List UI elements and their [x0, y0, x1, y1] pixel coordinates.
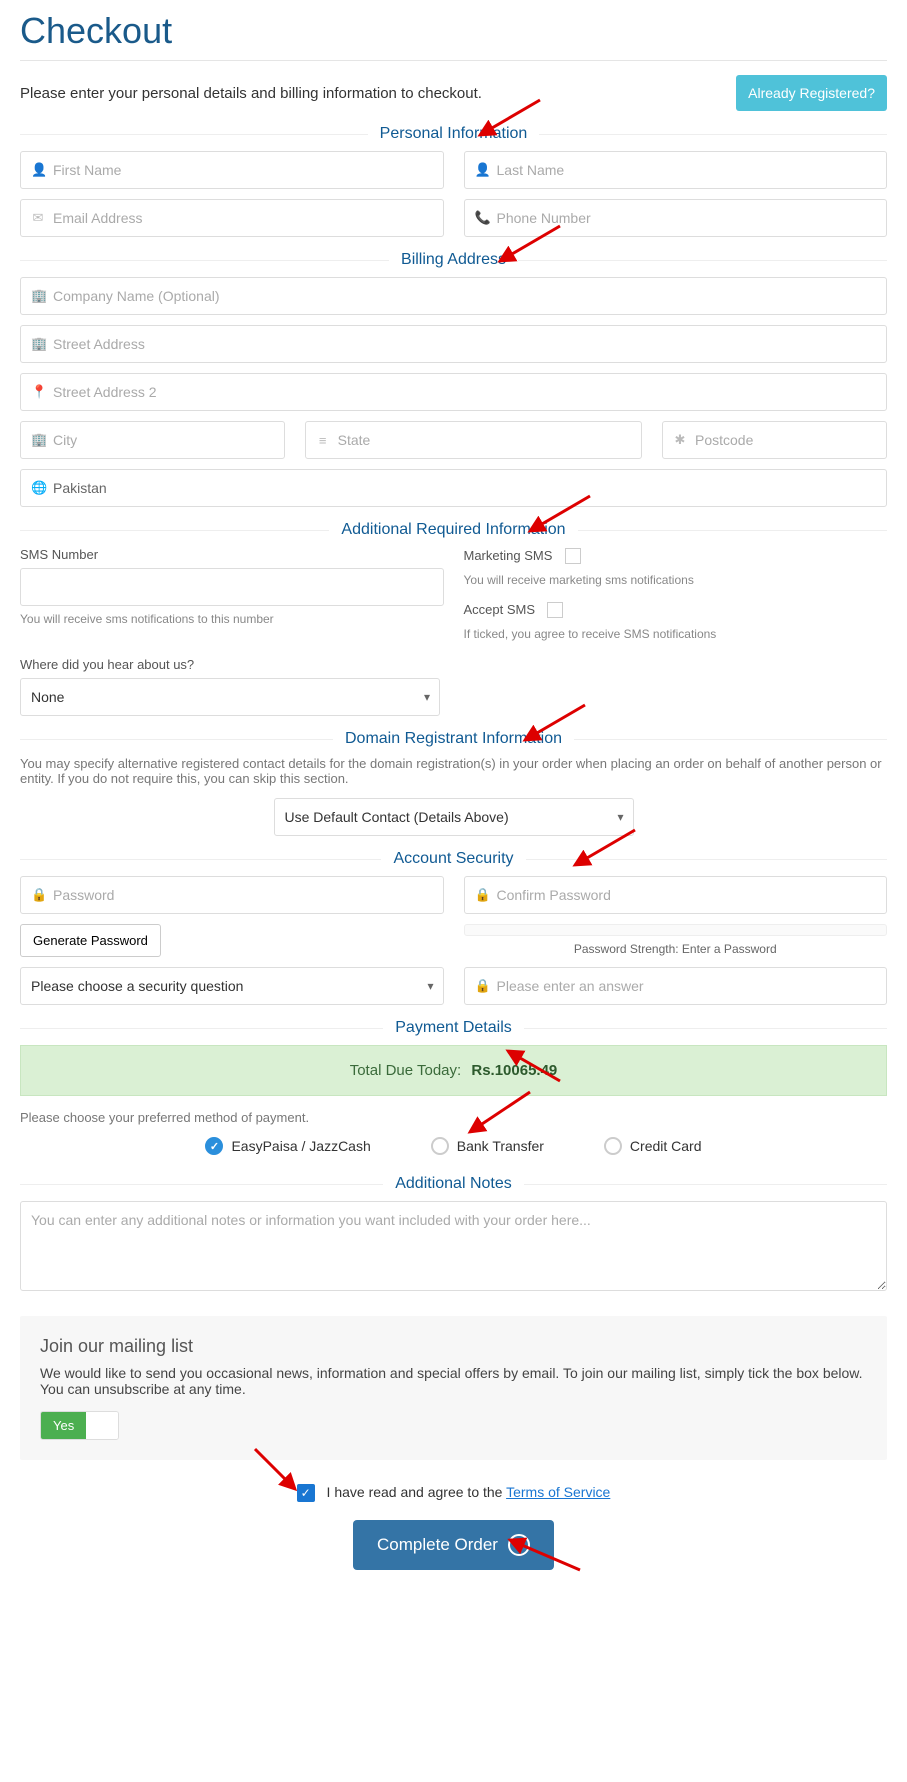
- page-title: Checkout: [20, 10, 887, 52]
- mailing-title: Join our mailing list: [40, 1336, 867, 1357]
- divider: [20, 60, 887, 61]
- marketing-sms-label: Marketing SMS: [464, 548, 553, 563]
- section-billing-address: Billing Address: [20, 251, 887, 269]
- last-name-input[interactable]: [497, 152, 877, 188]
- state-field[interactable]: ≡: [305, 421, 642, 459]
- company-field[interactable]: 🏢: [20, 277, 887, 315]
- lock-icon: 🔒: [475, 978, 489, 994]
- domain-contact-select[interactable]: Use Default Contact (Details Above): [274, 798, 634, 836]
- map-icon: ≡: [316, 433, 330, 448]
- section-account-security: Account Security: [20, 850, 887, 868]
- globe-icon: 🌐: [31, 480, 45, 496]
- mailing-text: We would like to send you occasional new…: [40, 1365, 867, 1397]
- asterisk-icon: ✱: [673, 432, 687, 448]
- postcode-input[interactable]: [695, 422, 876, 458]
- mailing-toggle[interactable]: Yes: [40, 1411, 119, 1440]
- country-value: Pakistan: [53, 480, 107, 496]
- building-icon: 🏢: [31, 336, 45, 352]
- confirm-password-field[interactable]: 🔒: [464, 876, 888, 914]
- section-domain-registrant: Domain Registrant Information: [20, 730, 887, 748]
- already-registered-button[interactable]: Already Registered?: [736, 75, 887, 111]
- company-input[interactable]: [53, 278, 876, 314]
- toggle-off: [86, 1412, 118, 1439]
- marketing-sms-help: You will receive marketing sms notificat…: [464, 573, 888, 587]
- complete-order-button[interactable]: Complete Order ➜: [353, 1520, 554, 1570]
- generate-password-button[interactable]: Generate Password: [20, 924, 161, 957]
- pin-icon: 📍: [31, 384, 45, 400]
- domain-help-text: You may specify alternative registered c…: [20, 756, 887, 786]
- street2-input[interactable]: [53, 374, 876, 410]
- confirm-password-input[interactable]: [497, 877, 877, 913]
- radio-icon: [431, 1137, 449, 1155]
- section-additional-info: Additional Required Information: [20, 521, 887, 539]
- lock-icon: 🔒: [475, 887, 489, 903]
- country-field[interactable]: 🌐 Pakistan: [20, 469, 887, 507]
- accept-sms-label: Accept SMS: [464, 602, 536, 617]
- street2-field[interactable]: 📍: [20, 373, 887, 411]
- where-hear-select[interactable]: None: [20, 678, 440, 716]
- intro-text: Please enter your personal details and b…: [20, 85, 482, 102]
- total-due-box: Total Due Today: Rs.10065.49: [20, 1045, 887, 1096]
- notes-textarea[interactable]: [20, 1201, 887, 1291]
- section-additional-notes: Additional Notes: [20, 1175, 887, 1193]
- email-input[interactable]: [53, 200, 433, 236]
- last-name-field[interactable]: 👤: [464, 151, 888, 189]
- city-field[interactable]: 🏢: [20, 421, 285, 459]
- building-icon: 🏢: [31, 288, 45, 304]
- person-icon: 👤: [31, 162, 45, 178]
- radio-checked-icon: [205, 1137, 223, 1155]
- payment-option-bank[interactable]: Bank Transfer: [431, 1137, 544, 1155]
- first-name-field[interactable]: 👤: [20, 151, 444, 189]
- choose-payment-text: Please choose your preferred method of p…: [20, 1110, 887, 1125]
- payment-option-easypaisa[interactable]: EasyPaisa / JazzCash: [205, 1137, 370, 1155]
- total-due-amount: Rs.10065.49: [471, 1062, 557, 1079]
- building-icon: 🏢: [31, 432, 45, 448]
- tos-text: I have read and agree to the: [327, 1484, 507, 1500]
- password-input[interactable]: [53, 877, 433, 913]
- security-question-select[interactable]: Please choose a security question: [20, 967, 444, 1005]
- tos-checkbox[interactable]: ✓: [297, 1484, 315, 1502]
- mailing-list-box: Join our mailing list We would like to s…: [20, 1316, 887, 1460]
- sms-number-label: SMS Number: [20, 547, 444, 562]
- phone-field[interactable]: 📞: [464, 199, 888, 237]
- password-field[interactable]: 🔒: [20, 876, 444, 914]
- street-input[interactable]: [53, 326, 876, 362]
- radio-icon: [604, 1137, 622, 1155]
- email-field[interactable]: ✉: [20, 199, 444, 237]
- first-name-input[interactable]: [53, 152, 433, 188]
- sms-number-help: You will receive sms notifications to th…: [20, 612, 444, 626]
- accept-sms-checkbox[interactable]: [547, 602, 563, 618]
- password-strength-bar: [464, 924, 888, 936]
- sms-number-input[interactable]: [20, 568, 444, 606]
- envelope-icon: ✉: [31, 210, 45, 226]
- total-due-label: Total Due Today:: [350, 1062, 461, 1079]
- section-personal-information: Personal Information: [20, 125, 887, 143]
- postcode-field[interactable]: ✱: [662, 421, 887, 459]
- accept-sms-help: If ticked, you agree to receive SMS noti…: [464, 627, 888, 641]
- arrow-right-circle-icon: ➜: [508, 1534, 530, 1556]
- payment-option-credit[interactable]: Credit Card: [604, 1137, 702, 1155]
- lock-icon: 🔒: [31, 887, 45, 903]
- where-hear-label: Where did you hear about us?: [20, 657, 887, 672]
- password-strength-text: Password Strength: Enter a Password: [464, 942, 888, 956]
- security-answer-field[interactable]: 🔒: [464, 967, 888, 1005]
- phone-input[interactable]: [497, 200, 877, 236]
- street-field[interactable]: 🏢: [20, 325, 887, 363]
- security-answer-input[interactable]: [497, 968, 877, 1004]
- city-input[interactable]: [53, 422, 274, 458]
- toggle-yes: Yes: [41, 1412, 86, 1439]
- phone-icon: 📞: [475, 210, 489, 226]
- person-icon: 👤: [475, 162, 489, 178]
- section-payment-details: Payment Details: [20, 1019, 887, 1037]
- state-input[interactable]: [338, 422, 631, 458]
- marketing-sms-checkbox[interactable]: [565, 548, 581, 564]
- tos-link[interactable]: Terms of Service: [506, 1484, 610, 1500]
